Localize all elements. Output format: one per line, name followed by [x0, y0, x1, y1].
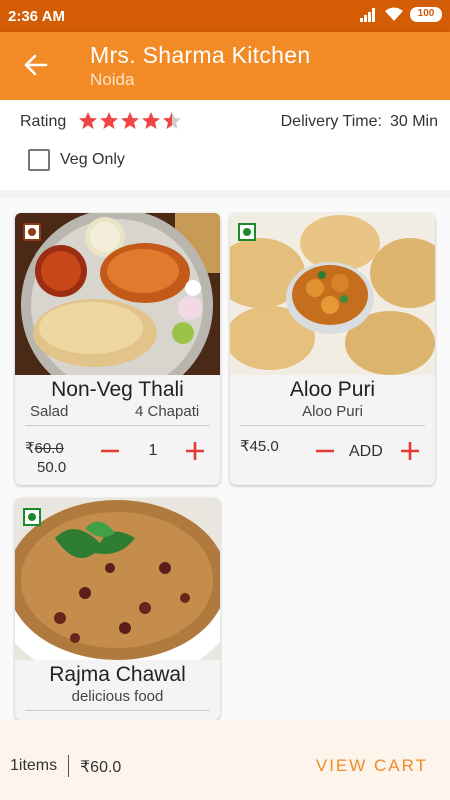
delivery-value: 30 Min	[389, 113, 438, 130]
minus-icon[interactable]	[98, 439, 122, 463]
star-icon	[79, 112, 97, 129]
menu-item-card[interactable]: Rajma Chawal delicious food	[15, 498, 220, 720]
veg-only-label: Veg Only	[60, 151, 125, 168]
item-name: Rajma Chawal	[49, 663, 186, 686]
view-cart-button[interactable]: VIEW CART	[316, 756, 428, 776]
battery-icon: 100	[410, 7, 442, 22]
rupee-symbol: ₹	[240, 438, 250, 455]
cart-item-count: 1items	[10, 757, 58, 774]
menu-item-card[interactable]: Aloo Puri Aloo Puri ₹45.0 ADD	[230, 213, 435, 485]
item-name: Non-Veg Thali	[51, 378, 184, 401]
plus-icon[interactable]	[398, 439, 422, 463]
page-title: Mrs. Sharma Kitchen	[90, 42, 311, 68]
status-time: 2:36 AM	[8, 8, 65, 25]
item-description: Aloo Puri	[302, 403, 363, 420]
item-description: Salad	[30, 403, 69, 420]
item-description: 4 Chapati	[135, 403, 200, 420]
status-icons: 100	[360, 7, 442, 22]
item-quantity: 1	[148, 442, 158, 459]
status-bar: 2:36 AM 100	[0, 0, 450, 32]
price-value: 45.0	[249, 438, 279, 455]
aloo-puri-image	[230, 213, 435, 375]
rajma-chawal-image	[15, 498, 220, 660]
star-icon	[100, 112, 118, 129]
back-arrow-icon[interactable]	[22, 52, 48, 78]
item-price: ₹45.0	[240, 437, 279, 455]
signal-icon	[360, 7, 375, 22]
card-divider	[25, 425, 210, 426]
add-button[interactable]: ADD	[349, 443, 383, 461]
section-divider	[0, 190, 450, 198]
minus-icon[interactable]	[313, 439, 337, 463]
rating-stars	[78, 111, 182, 131]
rupee-symbol: ₹	[25, 440, 35, 457]
veg-indicator-icon	[23, 508, 41, 526]
rating-label: Rating	[20, 113, 67, 130]
plus-icon[interactable]	[183, 439, 207, 463]
delivery-label: Delivery Time:	[280, 113, 382, 130]
veg-only-checkbox[interactable]: Veg Only	[28, 149, 125, 171]
restaurant-info: Rating Delivery Time: 30 Min Veg Only	[0, 100, 450, 190]
wifi-icon	[385, 7, 403, 21]
item-description: delicious food	[71, 688, 164, 705]
veg-indicator-icon	[238, 223, 256, 241]
star-icon	[142, 112, 160, 129]
page-subtitle: Noida	[90, 70, 135, 89]
star-icon	[121, 112, 139, 129]
item-name: Aloo Puri	[289, 378, 376, 401]
checkbox-box[interactable]	[28, 149, 50, 171]
cart-total: ₹60.0	[80, 759, 122, 776]
non-veg-thali-image	[15, 213, 220, 375]
item-old-price: ₹60.0	[25, 439, 64, 457]
old-price-value: 60.0	[34, 440, 64, 457]
half-star-icon	[163, 112, 181, 129]
item-new-price: 50.0	[37, 459, 67, 476]
non-veg-indicator-icon	[23, 223, 41, 241]
menu-item-card[interactable]: Non-Veg Thali Salad 4 Chapati ₹60.0 50.0…	[15, 213, 220, 485]
app-bar: Mrs. Sharma Kitchen Noida	[0, 32, 450, 100]
cart-bar: 1items ₹60.0 VIEW CART	[0, 720, 450, 800]
cart-divider	[68, 755, 69, 777]
card-divider	[240, 425, 425, 426]
delivery-time: Delivery Time: 30 Min	[281, 113, 438, 131]
card-divider	[25, 710, 210, 711]
